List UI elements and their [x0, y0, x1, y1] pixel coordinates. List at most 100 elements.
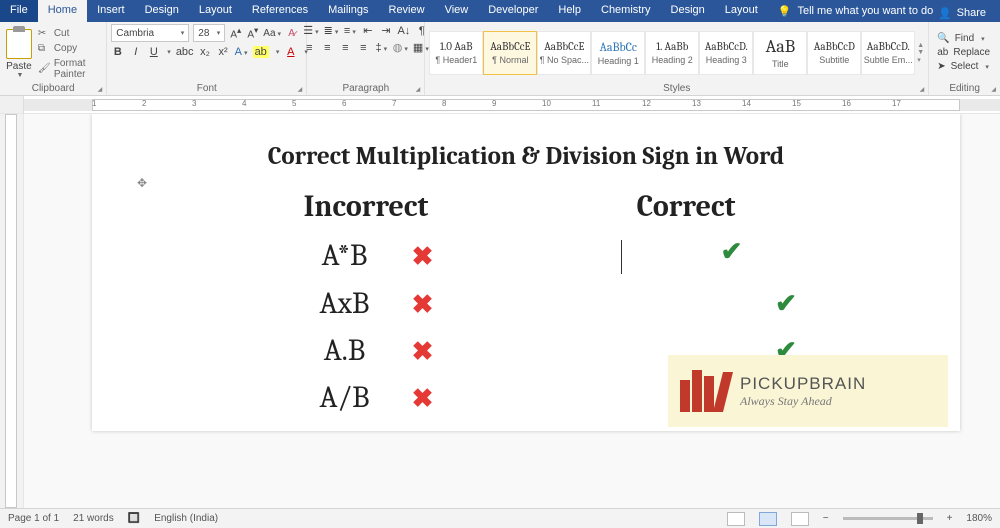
style-sample: AaBbCcD.	[867, 40, 910, 53]
text-effects-button[interactable]: A▾	[235, 46, 248, 58]
tab-mailings[interactable]: Mailings	[318, 0, 378, 22]
tab-home[interactable]: Home	[38, 0, 87, 22]
styles-expand[interactable]: ▾	[917, 56, 924, 64]
italic-button[interactable]: I	[129, 46, 142, 58]
tab-developer[interactable]: Developer	[478, 0, 548, 22]
replace-button[interactable]: abReplace	[937, 47, 990, 58]
ruler-tick: 9	[492, 99, 496, 108]
style-heading-1[interactable]: AaBbCcHeading 1	[591, 31, 645, 75]
style-name: Title	[772, 59, 789, 69]
find-button[interactable]: 🔍Find▾	[937, 33, 990, 44]
ruler-tick: 1	[92, 99, 96, 108]
tab-chemistry[interactable]: Chemistry	[591, 0, 661, 22]
incorrect-expression: A*B	[289, 238, 399, 273]
tab-design[interactable]: Design	[135, 0, 189, 22]
style-sample: AaBbCcE	[544, 40, 584, 53]
document-area[interactable]: Correct Multiplication & Division Sign i…	[24, 114, 1000, 508]
zoom-slider[interactable]	[843, 517, 933, 520]
sort-button[interactable]: A↓	[397, 25, 410, 37]
zoom-out-button[interactable]: −	[823, 513, 829, 524]
copy-button[interactable]: ⧉Copy	[38, 43, 102, 55]
multilevel-button[interactable]: ≡▾	[343, 25, 356, 37]
select-label: Select	[951, 61, 979, 72]
tab-view[interactable]: View	[435, 0, 479, 22]
underline-button[interactable]: U	[147, 46, 160, 58]
ruler-tick: 16	[842, 99, 851, 108]
style--header1[interactable]: 1.0 AaB¶ Header1	[429, 31, 483, 75]
highlight-button[interactable]: ab	[253, 46, 269, 58]
tab-help[interactable]: Help	[548, 0, 591, 22]
horizontal-ruler[interactable]: 1234567891011121314151617	[24, 96, 1000, 114]
change-case-button[interactable]: Aa▾	[263, 28, 281, 39]
strikethrough-button[interactable]: abc	[176, 46, 194, 58]
align-center-button[interactable]: ≡	[321, 42, 334, 54]
watermark-logo: PICKUPBRAIN Always Stay Ahead	[668, 355, 948, 427]
table-anchor-icon[interactable]: ✥	[137, 176, 147, 190]
column-header-correct: Correct	[526, 183, 846, 230]
paste-button[interactable]: Paste ▼	[4, 27, 34, 79]
replace-icon: ab	[937, 47, 948, 58]
style--no-spac-[interactable]: AaBbCcE¶ No Spac...	[537, 31, 591, 75]
check-icon: ✔	[712, 236, 752, 267]
bold-button[interactable]: B	[111, 46, 124, 58]
print-layout-button[interactable]	[759, 512, 777, 526]
cross-icon: ✖	[403, 241, 443, 272]
style-subtitle[interactable]: AaBbCcDSubtitle	[807, 31, 861, 75]
zoom-level[interactable]: 180%	[966, 513, 992, 524]
ruler-tick: 15	[792, 99, 801, 108]
tab-table-layout[interactable]: Layout	[715, 0, 768, 22]
font-size-select[interactable]: 28▾	[193, 24, 225, 42]
status-language[interactable]: English (India)	[154, 513, 218, 524]
numbering-button[interactable]: ≣▾	[324, 24, 339, 37]
font-color-button[interactable]: A	[284, 46, 297, 58]
chevron-down-icon: ▼	[16, 72, 23, 79]
bullets-button[interactable]: ☰▾	[303, 24, 318, 37]
line-spacing-button[interactable]: ‡▾	[375, 42, 388, 54]
style-title[interactable]: AaB Title	[753, 31, 807, 75]
status-words[interactable]: 21 words	[73, 513, 114, 524]
table-row: A*B ✖ ✔	[206, 230, 846, 280]
style-sample: AaB	[765, 36, 795, 57]
tab-layout[interactable]: Layout	[189, 0, 242, 22]
subscript-button[interactable]: x₂	[199, 46, 212, 58]
superscript-button[interactable]: x²	[217, 46, 230, 58]
shrink-font-button[interactable]: A▾	[246, 25, 259, 40]
proofing-icon[interactable]: 🔲	[128, 513, 140, 524]
style-heading-3[interactable]: AaBbCcD.Heading 3	[699, 31, 753, 75]
cut-button[interactable]: ✂Cut	[38, 28, 102, 40]
tab-review[interactable]: Review	[379, 0, 435, 22]
web-layout-button[interactable]	[791, 512, 809, 526]
style-heading-2[interactable]: 1. AaBbHeading 2	[645, 31, 699, 75]
tell-me-search[interactable]: 💡 Tell me what you want to do	[768, 0, 938, 22]
tab-references[interactable]: References	[242, 0, 318, 22]
justify-button[interactable]: ≡	[357, 42, 370, 54]
clear-formatting-button[interactable]: A̷	[285, 28, 298, 39]
styles-scroll-down[interactable]: ▼	[917, 49, 924, 56]
align-right-button[interactable]: ≡	[339, 42, 352, 54]
zoom-in-button[interactable]: +	[947, 513, 953, 524]
font-name-select[interactable]: Cambria▾	[111, 24, 189, 42]
grow-font-button[interactable]: A▴	[229, 25, 242, 40]
format-painter-button[interactable]: 🖌Format Painter	[38, 58, 102, 80]
status-page[interactable]: Page 1 of 1	[8, 513, 59, 524]
align-left-button[interactable]: ≡	[303, 42, 316, 54]
style--normal[interactable]: AaBbCcE¶ Normal	[483, 31, 537, 75]
font-name-value: Cambria	[116, 28, 154, 39]
style-subtle-em-[interactable]: AaBbCcD.Subtle Em...	[861, 31, 915, 75]
tab-file[interactable]: File	[0, 0, 38, 22]
increase-indent-button[interactable]: ⇥	[379, 24, 392, 37]
cut-label: Cut	[54, 28, 70, 39]
read-mode-button[interactable]	[727, 512, 745, 526]
vertical-ruler[interactable]	[0, 114, 24, 508]
style-sample: AaBbCcD	[814, 40, 855, 53]
select-button[interactable]: ➤Select▾	[937, 61, 990, 72]
styles-scroll-up[interactable]: ▲	[917, 42, 924, 49]
cross-icon: ✖	[403, 336, 443, 367]
shading-button[interactable]: ◍▾	[393, 41, 408, 54]
share-button[interactable]: 👤 Share	[938, 0, 1000, 22]
tab-insert[interactable]: Insert	[87, 0, 135, 22]
chevron-down-icon: ▾	[167, 48, 171, 56]
decrease-indent-button[interactable]: ⇤	[361, 24, 374, 37]
tab-table-design[interactable]: Design	[661, 0, 715, 22]
ruler-tick: 12	[642, 99, 651, 108]
